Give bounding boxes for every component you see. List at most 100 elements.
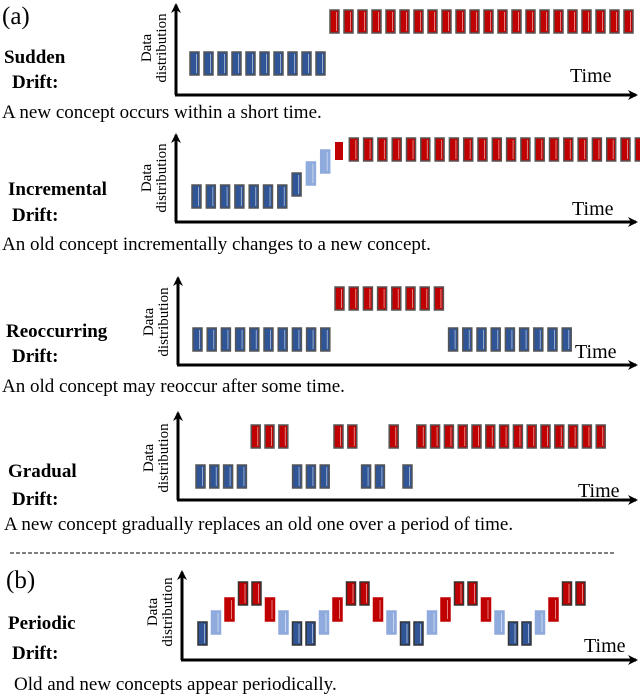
gradual-caption: A new concept gradually replaces an old …	[4, 514, 513, 535]
data-block	[386, 610, 397, 635]
data-block	[277, 184, 288, 209]
reoccurring-label: Reoccurring	[6, 321, 108, 342]
data-block	[206, 327, 217, 352]
data-block	[291, 464, 303, 489]
data-block	[512, 424, 524, 449]
data-block	[357, 9, 368, 34]
data-block	[263, 327, 274, 352]
data-block	[467, 581, 478, 606]
data-block	[526, 424, 537, 449]
data-block	[234, 327, 246, 352]
data-block	[259, 51, 270, 76]
data-block	[534, 137, 545, 162]
data-block	[315, 51, 326, 76]
data-block	[595, 9, 606, 34]
data-block	[291, 327, 303, 352]
data-block	[399, 621, 411, 646]
data-block	[251, 581, 262, 606]
gradual-drift-label: Drift:	[12, 489, 58, 510]
data-block	[405, 286, 416, 311]
periodic-label: Periodic	[8, 613, 76, 634]
data-block	[377, 137, 388, 162]
data-block	[469, 9, 480, 34]
data-block	[249, 327, 260, 352]
data-block	[191, 184, 202, 209]
data-block	[483, 9, 494, 34]
data-block	[234, 184, 245, 209]
data-block	[333, 424, 344, 449]
data-block	[427, 9, 438, 34]
data-block	[362, 286, 374, 311]
data-block	[224, 597, 235, 622]
data-block	[447, 327, 459, 352]
data-block	[217, 51, 228, 76]
data-block	[429, 424, 441, 449]
data-block	[371, 9, 382, 34]
data-block	[563, 137, 574, 162]
data-block	[291, 621, 303, 646]
data-block	[291, 172, 302, 197]
section-a-tag: (a)	[2, 3, 30, 30]
data-block	[539, 9, 550, 34]
data-block	[623, 9, 634, 34]
data-block	[301, 51, 312, 76]
data-block	[203, 51, 214, 76]
data-block	[477, 137, 488, 162]
data-block	[455, 9, 466, 34]
data-block	[521, 621, 532, 646]
data-block	[420, 137, 431, 162]
y-label-line2: distribution	[160, 577, 176, 647]
incremental-caption: An old concept incrementally changes to …	[2, 234, 431, 255]
section-b-tag: (b)	[6, 567, 35, 594]
data-block	[189, 51, 200, 76]
data-block	[329, 9, 340, 34]
data-block	[591, 137, 603, 162]
data-block	[402, 464, 413, 489]
data-block	[197, 621, 208, 646]
data-block	[620, 137, 631, 162]
data-block	[320, 327, 331, 352]
data-block	[405, 137, 417, 162]
data-block	[491, 137, 503, 162]
data-block	[248, 184, 259, 209]
data-block	[359, 581, 370, 606]
data-block	[419, 286, 430, 311]
data-block	[548, 597, 559, 622]
data-block	[567, 424, 579, 449]
data-block	[264, 424, 275, 449]
data-block	[237, 581, 249, 606]
data-block	[540, 424, 551, 449]
data-block	[567, 9, 578, 34]
data-block	[634, 137, 640, 162]
sudden-drift-label: Drift:	[12, 72, 58, 93]
data-block	[334, 286, 345, 311]
data-block	[462, 327, 473, 352]
periodic-caption: Old and new concepts appear periodically…	[14, 674, 337, 695]
data-block	[485, 424, 496, 449]
data-block	[388, 424, 399, 449]
data-block	[480, 597, 492, 622]
data-block	[399, 9, 410, 34]
data-block	[511, 9, 522, 34]
data-block	[441, 9, 452, 34]
data-block	[376, 286, 388, 311]
data-block	[374, 464, 386, 489]
data-block	[192, 327, 203, 352]
y-label-line2: distribution	[154, 13, 170, 83]
data-block	[250, 424, 261, 449]
data-block	[547, 327, 558, 352]
data-block	[277, 327, 288, 352]
data-block	[504, 327, 516, 352]
data-block	[319, 464, 330, 489]
data-block	[413, 9, 424, 34]
reoccurring-drift-label: Drift:	[12, 346, 58, 367]
data-block	[548, 137, 560, 162]
data-block	[534, 610, 546, 635]
y-label-line2: distribution	[156, 287, 172, 357]
incremental-label: Incremental	[8, 179, 107, 200]
data-block	[553, 9, 564, 34]
data-block	[195, 464, 206, 489]
data-block	[345, 581, 357, 606]
data-block	[318, 610, 330, 635]
data-block	[332, 597, 343, 622]
